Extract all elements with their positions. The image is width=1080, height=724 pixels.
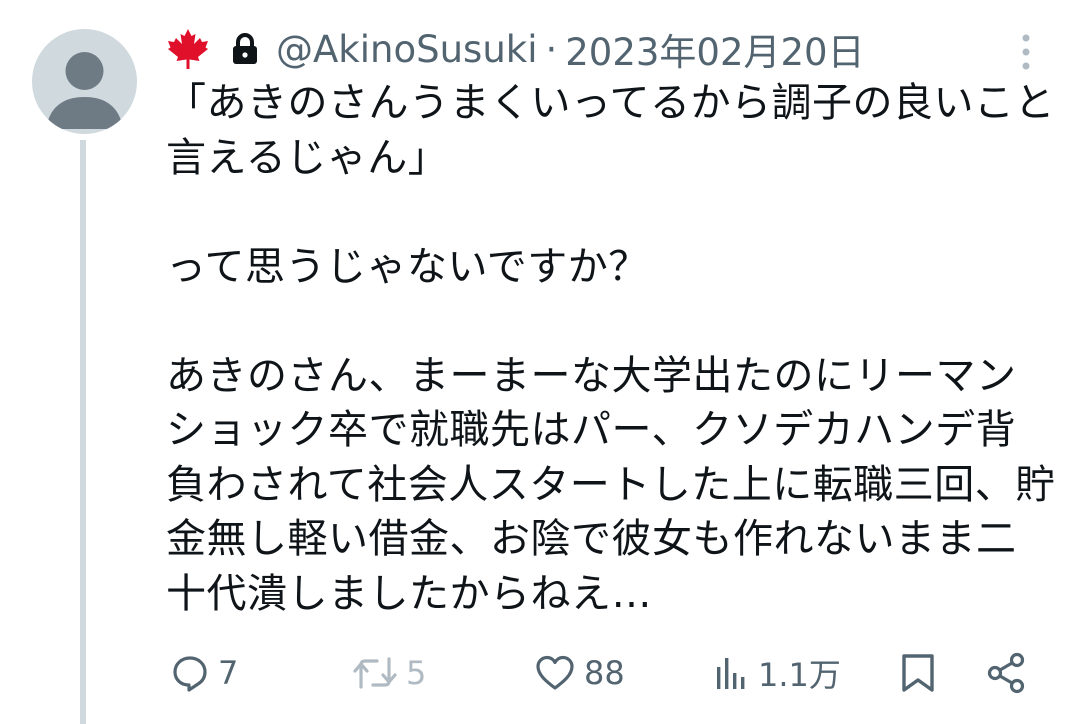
bookmark-button[interactable]	[900, 648, 936, 698]
tweet-actions: 7 5 88 1.1万	[166, 648, 1036, 698]
view-count: 1.1万	[758, 656, 841, 694]
more-options-icon[interactable]	[1018, 30, 1034, 74]
reply-count: 7	[218, 654, 239, 692]
tweet-text: 「あきのさんうまくいってるから調子の良いこと言えるじゃん」 って思うじゃないです…	[166, 80, 1056, 617]
retweet-button[interactable]: 5	[352, 648, 426, 698]
reply-icon	[173, 656, 207, 692]
views-icon	[717, 658, 745, 689]
tweet: @AkinoSusuki · 2023年02月20日 「あきのさんうまくいってる…	[0, 0, 1080, 724]
default-avatar-icon	[46, 52, 123, 129]
separator-dot: ·	[545, 27, 558, 71]
heart-icon	[536, 655, 574, 690]
user-handle[interactable]: @AkinoSusuki	[276, 28, 537, 71]
tweet-date[interactable]: 2023年02月20日	[565, 22, 864, 76]
avatar[interactable]	[32, 29, 137, 134]
lock-icon	[230, 32, 260, 66]
thread-line	[80, 140, 86, 724]
reply-button[interactable]: 7	[170, 648, 238, 698]
share-icon	[987, 652, 1025, 694]
bookmark-icon	[902, 654, 934, 692]
maple-leaf-icon	[166, 27, 210, 71]
tweet-header: @AkinoSusuki · 2023年02月20日	[166, 22, 1046, 76]
retweet-icon	[353, 657, 397, 689]
share-button[interactable]	[986, 648, 1026, 698]
views-button[interactable]: 1.1万	[714, 648, 841, 698]
like-count: 88	[584, 654, 625, 692]
retweet-count: 5	[406, 654, 427, 692]
like-button[interactable]: 88	[534, 648, 625, 698]
